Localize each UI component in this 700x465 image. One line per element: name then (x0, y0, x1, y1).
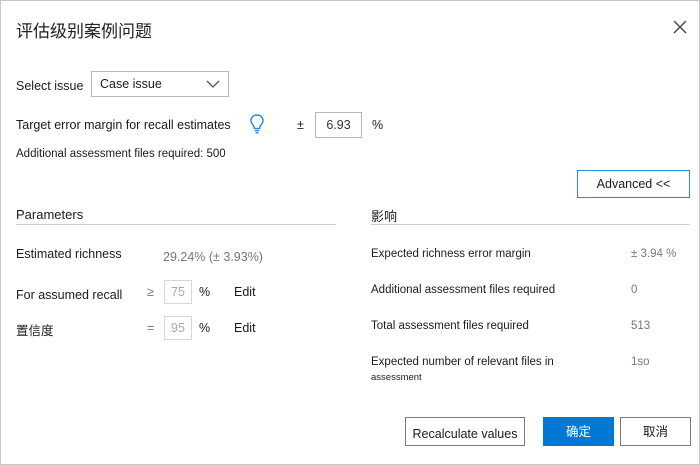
confidence-label: 置信度 (16, 324, 54, 338)
impact-row-value: 513 (631, 320, 651, 332)
additional-files-text: Additional assessment files required: 50… (16, 148, 226, 160)
impact-row-value: 0 (631, 284, 638, 296)
confidence-unit: % (199, 321, 211, 335)
lightbulb-icon[interactable] (249, 113, 265, 135)
recall-label: For assumed recall (16, 288, 123, 302)
impact-divider (371, 224, 690, 225)
recall-unit: % (199, 285, 211, 299)
select-issue-label: Select issue (16, 79, 84, 93)
richness-label: Estimated richness (16, 247, 122, 261)
impact-heading: 影响 (371, 209, 398, 224)
impact-row-value: 1so (631, 356, 650, 368)
target-margin-input[interactable] (315, 112, 362, 138)
impact-row-label: Total assessment files required (371, 320, 529, 332)
parameters-divider (16, 224, 336, 225)
recall-edit-link[interactable]: Edit (234, 285, 256, 299)
dialog-title: 评估级别案例问题 (16, 22, 152, 41)
recalculate-button[interactable]: Recalculate values (405, 417, 525, 446)
cancel-button[interactable]: 取消 (620, 417, 691, 446)
close-icon (673, 20, 687, 34)
impact-row-label: Additional assessment files required (371, 284, 556, 296)
parameters-heading: Parameters (16, 207, 84, 222)
chevron-down-icon (206, 80, 220, 88)
confidence-edit-link[interactable]: Edit (234, 321, 256, 335)
impact-row-label-continued: assessment (371, 372, 422, 383)
advanced-button[interactable]: Advanced << (577, 170, 690, 198)
confidence-operator: = (147, 321, 155, 335)
close-button[interactable] (669, 16, 691, 38)
select-issue-value: Case issue (100, 77, 162, 91)
richness-value: 29.24% (± 3.93%) (163, 250, 263, 264)
target-margin-unit: % (372, 118, 384, 132)
select-issue-dropdown[interactable]: Case issue (91, 71, 229, 97)
ok-button[interactable]: 确定 (543, 417, 614, 446)
impact-row-label: Expected richness error margin (371, 248, 531, 260)
assessment-dialog: 评估级别案例问题 Select issue Case issue Target … (0, 0, 700, 465)
recall-input (164, 280, 192, 304)
target-margin-label: Target error margin for recall estimates (16, 118, 231, 132)
confidence-input (164, 316, 192, 340)
impact-row-label: Expected number of relevant files in (371, 356, 554, 368)
recall-operator: ≥ (147, 285, 154, 299)
impact-row-value: ± 3.94 % (631, 248, 677, 260)
plus-minus-sign: ± (297, 118, 304, 132)
